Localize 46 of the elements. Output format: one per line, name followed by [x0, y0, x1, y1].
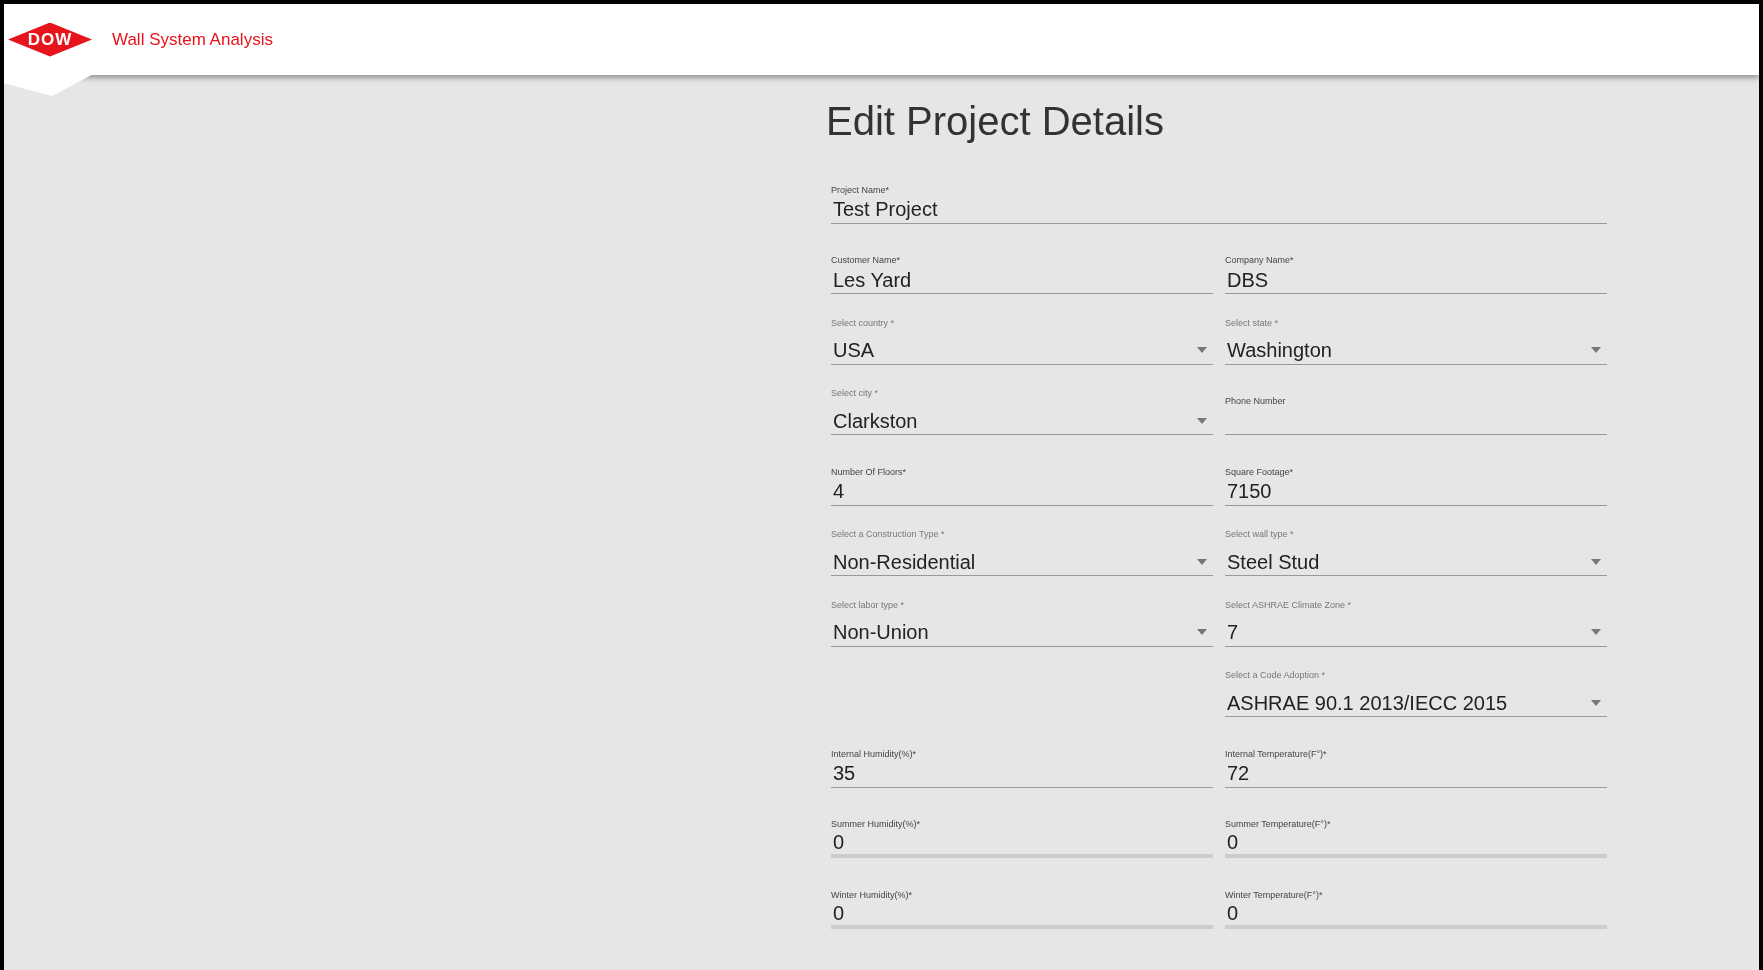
field-label: Winter Temperature(F°)*	[1225, 890, 1324, 901]
field-label: Phone Number	[1225, 397, 1287, 407]
input-field[interactable]: 7150	[1225, 477, 1607, 506]
field-label: Company Name*	[1225, 256, 1295, 266]
dropdown-caret-icon	[1197, 558, 1207, 565]
field-label: Number Of Floors*	[831, 467, 908, 478]
field-label: Select ASHRAE Climate Zone *	[1225, 600, 1353, 611]
select-field[interactable]: ASHRAE 90.1 2013/IECC 2015	[1225, 689, 1607, 717]
logo: DOW	[8, 22, 92, 57]
select-field[interactable]: Non-Union	[831, 618, 1213, 647]
field-label: Select wall type *	[1225, 530, 1295, 540]
dropdown-caret-icon	[1591, 699, 1601, 706]
select-field[interactable]: USA	[831, 336, 1213, 365]
select-field[interactable]: 7	[1225, 618, 1607, 647]
field-label: Select city *	[831, 389, 880, 399]
dropdown-caret-icon	[1591, 558, 1601, 565]
select-field[interactable]: Non-Residential	[831, 548, 1213, 576]
field-label: Select a Construction Type *	[831, 530, 946, 540]
input-field[interactable]: Test Project	[831, 195, 1607, 224]
select-field[interactable]: Washington	[1225, 336, 1607, 365]
field-label: Summer Humidity(%)*	[831, 820, 921, 830]
field-label: Internal Humidity(%)*	[831, 749, 918, 760]
field-label: Select a Code Adoption *	[1225, 671, 1327, 681]
dropdown-caret-icon	[1197, 629, 1207, 635]
input-field[interactable]: 35	[831, 759, 1213, 788]
input-field[interactable]: Les Yard	[831, 266, 1213, 294]
input-field[interactable]: DBS	[1225, 266, 1607, 294]
field-label: Project Name*	[831, 185, 891, 196]
dropdown-caret-icon	[1197, 417, 1207, 424]
field-label: Square Footage*	[1225, 467, 1295, 478]
field-label: Select state *	[1225, 318, 1280, 329]
select-field[interactable]: Clarkston	[831, 407, 1213, 435]
input-field[interactable]: 72	[1225, 759, 1607, 788]
input-field[interactable]: 4	[831, 477, 1213, 506]
field-label: Customer Name*	[831, 256, 902, 266]
field-label: Internal Temperature(F°)*	[1225, 749, 1328, 760]
dropdown-caret-icon	[1591, 629, 1601, 635]
field-label: Select labor type *	[831, 600, 906, 611]
page-title: Edit Project Details	[826, 101, 1165, 141]
dropdown-caret-icon	[1197, 347, 1207, 353]
field-label: Summer Temperature(F°)*	[1225, 820, 1332, 830]
field-label: Select country *	[831, 318, 896, 329]
field-label: Winter Humidity(%)*	[831, 890, 913, 901]
select-field[interactable]: Steel Stud	[1225, 548, 1607, 576]
app-title: Wall System Analysis	[112, 28, 273, 51]
dropdown-caret-icon	[1591, 347, 1601, 353]
